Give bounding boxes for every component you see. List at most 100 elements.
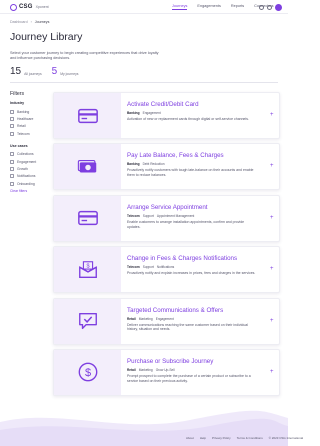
card-tag: Grow Up-Sell bbox=[155, 367, 175, 372]
card-tags: Telecom Support Notifications bbox=[127, 265, 174, 269]
add-journey-icon[interactable]: + bbox=[270, 369, 274, 375]
card-tags: Retail Marketing Engagement bbox=[127, 317, 174, 321]
checkbox[interactable] bbox=[10, 181, 14, 186]
footer-link-privacy[interactable]: Privacy Policy bbox=[212, 436, 231, 440]
checkbox[interactable] bbox=[10, 117, 14, 122]
card-tag: Debt Reduction bbox=[142, 162, 165, 167]
checkbox[interactable] bbox=[10, 174, 14, 179]
filter-option[interactable]: Retail bbox=[10, 123, 48, 130]
svg-text:$: $ bbox=[86, 263, 89, 269]
cash-icon bbox=[77, 159, 96, 173]
checkbox[interactable] bbox=[10, 167, 14, 172]
count-all-journeys[interactable]: 15 All journeys bbox=[10, 67, 42, 77]
card-title[interactable]: Arrange Service Appointment bbox=[127, 204, 207, 211]
add-journey-icon[interactable]: + bbox=[270, 266, 274, 272]
card-tags: Banking Engagement bbox=[127, 111, 161, 115]
filter-option-label: Retail bbox=[17, 124, 26, 129]
breadcrumb-item-journeys: Journeys bbox=[34, 20, 50, 24]
filter-option[interactable]: Engagement bbox=[10, 158, 48, 165]
filter-option[interactable]: Banking bbox=[10, 108, 48, 115]
card-tag: Banking bbox=[127, 162, 140, 167]
card-title[interactable]: Pay Late Balance, Fees & Charges bbox=[127, 152, 224, 159]
footer-link-about[interactable]: About bbox=[186, 436, 194, 440]
nav-item-journeys[interactable]: Journeys bbox=[172, 4, 188, 10]
checkbox[interactable] bbox=[10, 109, 14, 114]
card-tag: Retail bbox=[127, 367, 136, 372]
breadcrumb-separator: › bbox=[30, 20, 32, 24]
card-tag: Marketing bbox=[138, 316, 153, 321]
card-title[interactable]: Targeted Communications & Offers bbox=[127, 307, 223, 314]
card-icon-box bbox=[54, 298, 121, 344]
card-icon-box: $ bbox=[54, 247, 121, 293]
card-description: Activation of new or replacement cards t… bbox=[127, 117, 249, 121]
journey-card[interactable]: $ Purchase or Subscribe Journey Retail M… bbox=[53, 348, 280, 396]
checkbox[interactable] bbox=[10, 159, 14, 164]
page-title: Journey Library bbox=[10, 31, 83, 43]
filter-option-label: Telecom bbox=[17, 131, 30, 136]
count-value: 15 bbox=[10, 66, 22, 77]
chat-check-icon bbox=[78, 313, 97, 330]
card-tag: Banking bbox=[127, 111, 140, 115]
journey-card[interactable]: Activate Credit/Debit Card Banking Engag… bbox=[53, 92, 280, 139]
card-icon-box: $ bbox=[54, 349, 121, 395]
filters-panel: Filters Industry Banking Healthcare Reta… bbox=[10, 91, 48, 193]
card-tag: Marketing bbox=[138, 367, 153, 372]
credit-card-icon bbox=[77, 108, 98, 123]
filter-group-title: Industry bbox=[10, 101, 25, 105]
breadcrumb-item-dashboard[interactable]: Dashboard bbox=[10, 20, 28, 24]
card-title[interactable]: Purchase or Subscribe Journey bbox=[127, 358, 213, 365]
filter-option-label: Onboarding bbox=[17, 181, 35, 186]
journey-cards: Activate Credit/Debit Card Banking Engag… bbox=[53, 92, 280, 400]
count-value: 5 bbox=[51, 66, 58, 77]
credit-card-icon bbox=[77, 211, 98, 226]
card-tags: Retail Marketing Grow Up-Sell bbox=[127, 368, 175, 372]
filter-option[interactable]: Onboarding bbox=[10, 180, 48, 187]
card-icon-box bbox=[54, 93, 121, 138]
card-tag: Appointment Management bbox=[156, 213, 195, 218]
journey-card[interactable]: Targeted Communications & Offers Retail … bbox=[53, 297, 280, 345]
add-journey-icon[interactable]: + bbox=[270, 163, 274, 169]
card-tag: Engagement bbox=[142, 111, 161, 115]
filter-option[interactable]: Telecom bbox=[10, 130, 48, 137]
card-tag: Retail bbox=[127, 316, 136, 321]
add-journey-icon[interactable]: + bbox=[270, 318, 274, 324]
top-icons bbox=[259, 4, 282, 11]
journey-counts: 15 All journeys 5 My journeys bbox=[10, 67, 79, 77]
nav-item-engagements[interactable]: Engagements bbox=[197, 4, 220, 10]
count-my-journeys[interactable]: 5 My journeys bbox=[52, 67, 79, 77]
help-icon[interactable] bbox=[259, 5, 264, 10]
card-title[interactable]: Activate Credit/Debit Card bbox=[127, 101, 199, 108]
card-description: Deliver communications reaching the same… bbox=[127, 322, 249, 332]
add-journey-icon[interactable]: + bbox=[270, 215, 274, 221]
journey-card[interactable]: Arrange Service Appointment Telecom Supp… bbox=[53, 194, 280, 242]
journey-card[interactable]: Pay Late Balance, Fees & Charges Banking… bbox=[53, 143, 280, 191]
mail-dollar-icon: $ bbox=[78, 260, 97, 278]
logo-text: CSG bbox=[19, 4, 33, 10]
app-logo[interactable]: CSG Xponent bbox=[10, 3, 49, 11]
filter-group-title: Use cases bbox=[10, 143, 28, 148]
clear-filters-link[interactable]: Clear filters bbox=[10, 189, 48, 193]
add-journey-icon[interactable]: + bbox=[270, 112, 274, 118]
filter-option[interactable]: Collections bbox=[10, 151, 48, 158]
dollar-circle-icon: $ bbox=[78, 363, 97, 382]
footer-copyright: © 2023 CSG International bbox=[268, 436, 304, 440]
checkbox[interactable] bbox=[10, 152, 14, 157]
logo-subtext: Xponent bbox=[35, 5, 49, 9]
card-description: Prompt prospect to complete the purchase… bbox=[127, 373, 251, 383]
breadcrumb: Dashboard › Journeys bbox=[10, 20, 49, 24]
card-icon-box bbox=[54, 144, 121, 190]
filter-option[interactable]: Notifications bbox=[10, 173, 48, 180]
logo-mark-icon bbox=[10, 3, 17, 11]
checkbox[interactable] bbox=[10, 124, 14, 129]
filter-option[interactable]: Healthcare bbox=[10, 115, 48, 122]
settings-icon[interactable] bbox=[267, 5, 272, 10]
journey-card[interactable]: $ Change in Fees & Charges Notifications… bbox=[53, 246, 280, 294]
filter-option-label: Engagement bbox=[17, 159, 37, 164]
card-title[interactable]: Change in Fees & Charges Notifications bbox=[127, 255, 237, 262]
filter-option[interactable]: Growth bbox=[10, 165, 48, 172]
footer-link-help[interactable]: Help bbox=[200, 436, 206, 440]
user-avatar[interactable] bbox=[275, 4, 282, 11]
footer-link-terms[interactable]: Terms & Conditions bbox=[237, 436, 263, 440]
nav-item-reports[interactable]: Reports bbox=[231, 4, 244, 10]
checkbox[interactable] bbox=[10, 131, 14, 136]
